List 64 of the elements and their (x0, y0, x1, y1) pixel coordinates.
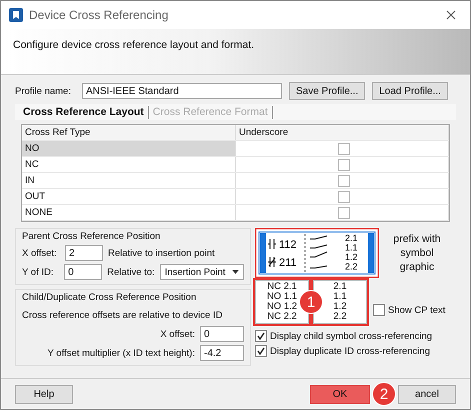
column-header: Cross Ref Type (22, 125, 236, 140)
underscore-checkbox[interactable] (338, 142, 350, 154)
profile-button[interactable]: Save Profile... (288, 82, 366, 100)
y-multiplier-label: Y offset multiplier (x ID text height): (48, 348, 195, 358)
x-offset-label: X offset: (160, 328, 195, 340)
underscore-checkbox[interactable] (338, 158, 350, 170)
underscore-checkbox[interactable] (338, 190, 350, 202)
prefix-sample-box[interactable]: NC 2.1 NO 1.1 NO 1.2 NC 2.2 (255, 280, 309, 324)
profile-button[interactable]: Load Profile... (372, 82, 448, 100)
offset-note: Cross reference offsets are relative to device ID (22, 310, 224, 321)
y-of-id-label: Y of ID: (22, 266, 55, 278)
ok-button[interactable]: OK (310, 384, 370, 404)
close-icon[interactable] (446, 10, 456, 20)
help-button[interactable]: Help (15, 384, 73, 404)
reference-text: 2.1 (345, 233, 358, 243)
table-cell[interactable]: OUT (22, 189, 236, 204)
option-checkbox[interactable] (255, 330, 267, 342)
table-cell[interactable]: NC (22, 157, 236, 172)
sample-text: 2.2 (333, 312, 347, 322)
column-header: Underscore (236, 125, 449, 140)
option-label: Display child symbol cross-referencing (270, 330, 432, 342)
y-multiplier-field[interactable]: -4.2 (200, 345, 244, 361)
prefix-label: prefix with symbol graphic (392, 232, 442, 274)
table-cell[interactable]: NONE (22, 205, 236, 220)
show-cp-checkbox[interactable] (373, 304, 385, 316)
callout-badge: 2 (372, 382, 396, 406)
group-title: Parent Cross Reference Position (22, 231, 162, 242)
table-cell[interactable]: NO (22, 141, 236, 156)
x-offset-field[interactable]: 2 (65, 245, 103, 261)
x-offset-label: X offset: (22, 248, 58, 258)
cancel-button[interactable]: ancel (398, 384, 456, 404)
option-checkbox[interactable] (255, 345, 267, 357)
app-icon (9, 8, 23, 22)
tab[interactable]: Cross Reference Layout (23, 106, 149, 118)
reference-text: 2.2 (345, 262, 358, 272)
sample-text: 2.1 (333, 282, 347, 292)
show-cp-label: Show CP text (388, 304, 446, 316)
sample-text: NC 2.2 (267, 312, 297, 322)
window-title: Device Cross Referencing (29, 8, 170, 22)
relative-to-dropdown[interactable]: Insertion Point (160, 264, 244, 280)
table-cell[interactable]: IN (22, 173, 236, 188)
x-offset-field[interactable]: 0 (200, 326, 244, 342)
sample-text: NO 1.1 (266, 292, 298, 302)
symbol-graphic-preview[interactable]: 112 211 2.1 1.1 1.2 2.2 (255, 228, 379, 278)
relative-note: Relative to insertion point (108, 248, 215, 258)
underscore-checkbox[interactable] (338, 174, 350, 186)
sample-text: 1.1 (333, 292, 347, 302)
underscore-checkbox[interactable] (338, 206, 350, 218)
plain-sample-box[interactable]: 2.1 1.1 1.2 2.2 (313, 280, 367, 324)
device-id-text: 211 (279, 257, 297, 269)
description-text: Configure device cross reference layout and format. (13, 39, 254, 51)
sample-text: 1.2 (333, 302, 347, 312)
group-title: Child/Duplicate Cross Reference Position (22, 292, 198, 303)
reference-text: 1.2 (345, 252, 358, 262)
reference-text: 1.1 (345, 242, 358, 252)
sample-text: NO 1.2 (266, 302, 298, 312)
y-of-id-field[interactable]: 0 (64, 264, 102, 280)
caret-icon[interactable] (232, 270, 239, 274)
device-id-text: 112 (279, 239, 297, 251)
profile-label: Profile name: (15, 86, 71, 96)
sample-text: NC 2.1 (267, 282, 297, 292)
relative-to-label: Relative to: (107, 266, 155, 278)
option-label: Display duplicate ID cross-referencing (270, 346, 430, 356)
profile-name-field[interactable]: ANSI-IEEE Standard (82, 83, 282, 99)
